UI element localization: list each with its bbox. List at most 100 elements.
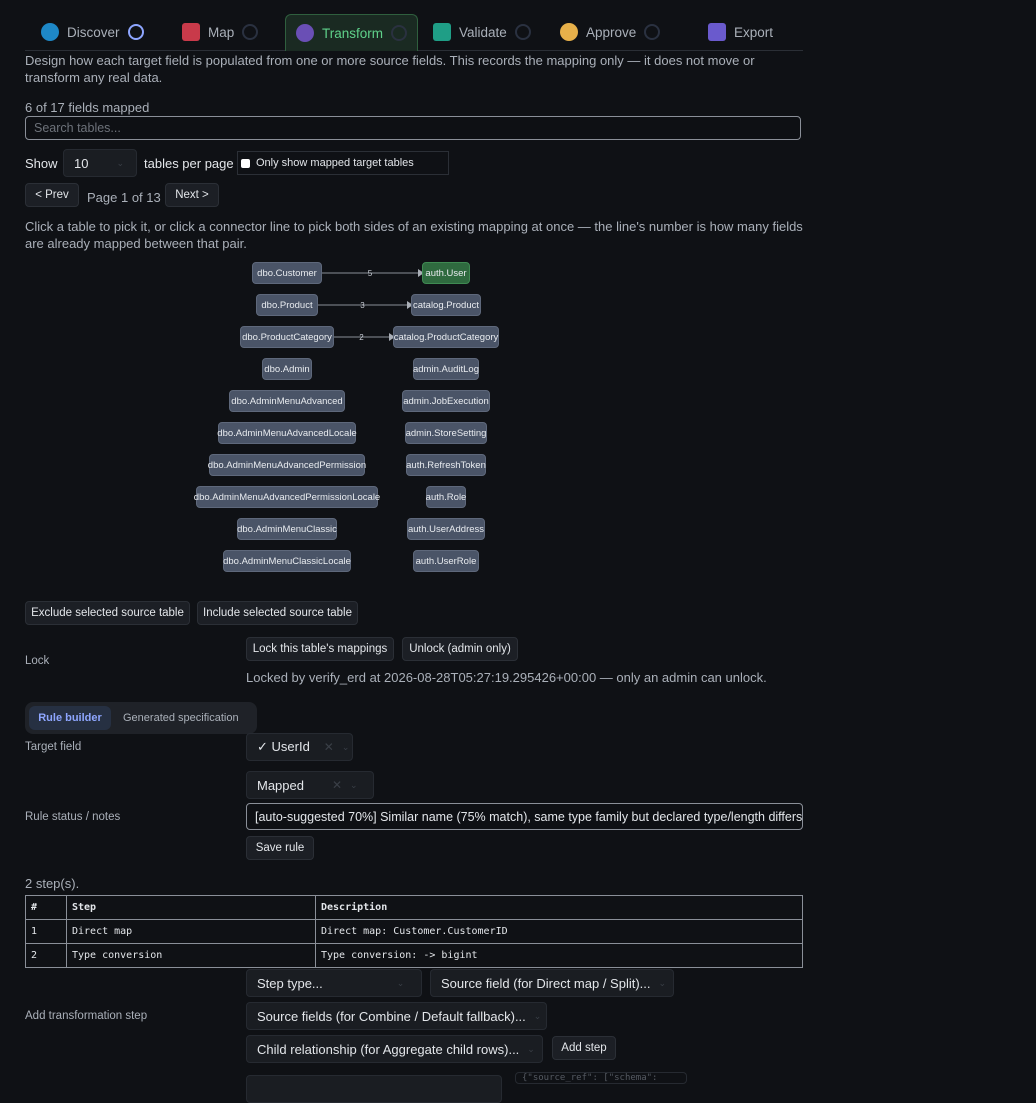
connector-count-label: 3 (360, 301, 365, 310)
source-table-node[interactable]: dbo.AdminMenuAdvancedLocale (217, 422, 357, 444)
tab-discover[interactable]: Discover (41, 14, 144, 50)
target-table-node[interactable]: admin.StoreSetting (405, 422, 487, 444)
only-mapped-filter[interactable]: Only show mapped target tables (237, 151, 449, 175)
unlock-button[interactable]: Unlock (admin only) (402, 637, 518, 661)
per-page-select[interactable]: 10 ⌄ (63, 149, 137, 177)
table-row[interactable]: 1 Direct map Direct map: Customer.Custom… (25, 919, 803, 944)
chevron-down-icon: ⌄ (527, 1043, 535, 1054)
column-header: Description (315, 895, 803, 920)
tab-generated-spec[interactable]: Generated specification (123, 706, 239, 730)
rule-notes-label: Rule status / notes (25, 811, 121, 823)
target-table-node[interactable]: auth.User (422, 262, 470, 284)
target-table-node[interactable]: auth.UserRole (413, 550, 479, 572)
next-page-button[interactable]: Next > (165, 183, 219, 207)
tab-label: Transform (322, 25, 384, 41)
per-page-suffix: tables per page (144, 156, 234, 171)
table-header-row: # Step Description (25, 895, 803, 920)
tab-approve[interactable]: Approve (560, 14, 661, 50)
page-indicator: Page 1 of 13 (87, 190, 161, 205)
lock-status: Locked by verify_erd at 2026-08-28T05:27… (246, 670, 767, 685)
map-icon (182, 23, 200, 41)
database-icon (41, 23, 59, 41)
table-row[interactable]: 2 Type conversion Type conversion: -> bi… (25, 943, 803, 968)
target-field-select[interactable]: ✓ UserId ✕ ⌄ (246, 733, 353, 761)
chevron-down-icon: ⌄ (533, 1010, 542, 1021)
add-step-label: Add transformation step (25, 1010, 148, 1022)
step-count: 2 step(s). (25, 876, 80, 891)
per-page-value: 10 (74, 155, 89, 171)
connector-count-label: 5 (368, 269, 373, 278)
tab-label: Approve (586, 24, 637, 40)
graph-hint: Click a table to pick it, or click a con… (25, 219, 803, 251)
source-table-node[interactable]: dbo.AdminMenuClassicLocale (223, 550, 351, 572)
exclude-source-button[interactable]: Exclude selected source table (25, 601, 190, 625)
target-table-node[interactable]: catalog.ProductCategory (393, 326, 499, 348)
source-field-select[interactable]: Source field (for Direct map / Split)...… (430, 969, 674, 997)
child-relationship-select[interactable]: Child relationship (for Aggregate child … (246, 1035, 543, 1063)
cell: Direct map: Customer.CustomerID (315, 919, 803, 944)
only-mapped-label: Only show mapped target tables (256, 157, 414, 169)
clear-icon[interactable]: ✕ (324, 740, 334, 754)
target-table-node[interactable]: admin.JobExecution (402, 390, 490, 412)
tab-rule-builder[interactable]: Rule builder (29, 706, 111, 730)
source-table-node[interactable]: dbo.Admin (262, 358, 312, 380)
tab-label: Discover (67, 24, 120, 40)
search-placeholder: Search tables... (34, 121, 121, 135)
lock-label: Lock (25, 655, 50, 667)
add-step-button[interactable]: Add step (552, 1036, 616, 1060)
step-type-select[interactable]: Step type... ⌄ (246, 969, 422, 997)
rule-mode-tabs: Rule builder Generated specification (25, 702, 257, 734)
tab-transform[interactable]: Transform (285, 14, 419, 51)
progress-ring-icon (127, 24, 144, 40)
target-table-node[interactable]: catalog.Product (411, 294, 481, 316)
rule-status-value: Mapped (257, 777, 304, 793)
chevron-down-icon: ⌄ (341, 741, 350, 752)
approve-icon (560, 23, 578, 41)
rule-notes-input[interactable]: [auto-suggested 70%] Similar name (75% m… (246, 803, 803, 830)
mapped-count: 6 of 17 fields mapped (25, 100, 150, 115)
progress-ring-icon (242, 24, 259, 40)
target-field-label: Target field (25, 741, 82, 753)
target-table-node[interactable]: admin.AuditLog (413, 358, 479, 380)
source-fields-placeholder: Source fields (for Combine / Default fal… (257, 1008, 526, 1024)
cell: 1 (25, 919, 67, 944)
progress-ring-icon (644, 24, 661, 40)
intro-text: Design how each target field is populate… (25, 53, 755, 85)
source-table-node[interactable]: dbo.ProductCategory (240, 326, 334, 348)
target-table-node[interactable]: auth.UserAddress (407, 518, 485, 540)
step-json-input[interactable]: {"source_ref": ["schema": (515, 1072, 687, 1084)
rule-status-select[interactable]: Mapped ✕ ⌄ (246, 771, 374, 799)
source-table-node[interactable]: dbo.Product (256, 294, 318, 316)
source-table-node[interactable]: dbo.AdminMenuAdvancedPermissionLocale (194, 486, 380, 508)
tab-export[interactable]: Export (708, 14, 773, 50)
lock-mappings-button[interactable]: Lock this table's mappings (246, 637, 394, 661)
clear-icon[interactable]: ✕ (332, 778, 342, 792)
child-relationship-placeholder: Child relationship (for Aggregate child … (257, 1041, 520, 1057)
column-header: # (25, 895, 67, 920)
source-fields-select[interactable]: Source fields (for Combine / Default fal… (246, 1002, 547, 1030)
source-field-placeholder: Source field (for Direct map / Split)... (441, 975, 651, 991)
save-rule-button[interactable]: Save rule (246, 836, 314, 860)
target-table-node[interactable]: auth.RefreshToken (406, 454, 486, 476)
include-source-button[interactable]: Include selected source table (197, 601, 358, 625)
tab-map[interactable]: Map (182, 14, 259, 50)
extra-step-select[interactable] (246, 1075, 502, 1103)
prev-page-button[interactable]: < Prev (25, 183, 79, 207)
source-table-node[interactable]: dbo.Customer (252, 262, 322, 284)
chevron-down-icon: ⌄ (116, 157, 125, 168)
tab-validate[interactable]: Validate (433, 14, 531, 50)
tab-label: Export (734, 24, 774, 40)
rule-notes-value: [auto-suggested 70%] Similar name (75% m… (255, 809, 803, 824)
cell: Type conversion: -> bigint (315, 943, 803, 968)
chevron-down-icon: ⌄ (658, 977, 667, 988)
source-table-node[interactable]: dbo.AdminMenuAdvancedPermission (208, 454, 366, 476)
column-header: Step (66, 895, 316, 920)
search-tables-input[interactable]: Search tables... (25, 116, 801, 140)
chevron-down-icon: ⌄ (350, 779, 358, 790)
checkbox[interactable] (241, 158, 250, 168)
transform-icon (296, 24, 314, 42)
source-table-node[interactable]: dbo.AdminMenuClassic (237, 518, 337, 540)
tab-label: Validate (459, 24, 507, 40)
target-table-node[interactable]: auth.Role (426, 486, 466, 508)
source-table-node[interactable]: dbo.AdminMenuAdvanced (229, 390, 345, 412)
